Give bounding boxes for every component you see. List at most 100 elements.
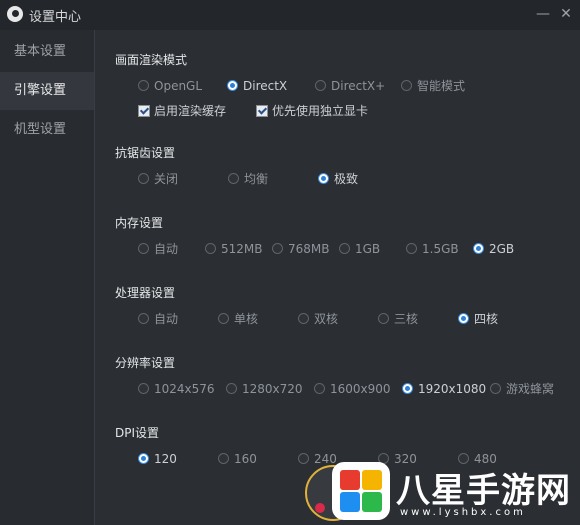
radio-icon <box>226 383 237 394</box>
radio-label: 单核 <box>234 312 259 326</box>
radio-cpu-triple[interactable]: 三核 <box>378 310 418 328</box>
radio-mem-768[interactable]: 768MB <box>272 240 330 258</box>
checkbox-label: 启用渲染缓存 <box>154 104 227 118</box>
radio-label: 1.5GB <box>422 242 459 256</box>
radio-icon <box>138 173 149 184</box>
watermark-text: 八星手游网 <box>396 471 571 511</box>
checkbox-checked-icon <box>138 104 150 117</box>
radio-aa-extreme[interactable]: 极致 <box>318 170 358 188</box>
radio-res-1024x576[interactable]: 1024x576 <box>138 380 215 398</box>
radio-label: 1GB <box>355 242 381 256</box>
close-icon[interactable]: ✕ <box>555 3 577 25</box>
watermark: 八星手游网 www.lyshbx.com <box>300 455 580 525</box>
radio-directx-plus[interactable]: DirectX+ <box>315 77 385 95</box>
radio-selected-icon <box>458 313 469 324</box>
radio-icon <box>490 383 501 394</box>
radio-selected-icon <box>318 173 329 184</box>
radio-label: 1600x900 <box>330 382 391 396</box>
radio-label: 512MB <box>221 242 263 256</box>
radio-icon <box>138 383 149 394</box>
radio-label: 极致 <box>334 172 359 186</box>
radio-label: DirectX <box>243 79 288 93</box>
title-bar: 设置中心 — ✕ <box>0 0 580 30</box>
radio-cpu-quad[interactable]: 四核 <box>458 310 498 328</box>
settings-panel: 画面渲染模式 OpenGL DirectX DirectX+ 智能模式 启用渲染… <box>95 30 580 525</box>
render-mode-title: 画面渲染模式 <box>115 53 188 67</box>
antialias-title: 抗锯齿设置 <box>115 146 176 160</box>
radio-aa-off[interactable]: 关闭 <box>138 170 178 188</box>
radio-mem-auto[interactable]: 自动 <box>138 240 178 258</box>
radio-label: 2GB <box>489 242 515 256</box>
radio-label: 智能模式 <box>417 79 466 93</box>
radio-icon <box>378 313 389 324</box>
radio-label: OpenGL <box>154 79 203 93</box>
radio-label: 自动 <box>154 242 179 256</box>
radio-label: 游戏蜂窝 <box>506 382 555 396</box>
radio-label: 160 <box>234 452 257 466</box>
radio-selected-icon <box>227 80 238 91</box>
checkbox-render-cache[interactable]: 启用渲染缓存 <box>138 102 226 120</box>
radio-label: 1024x576 <box>154 382 215 396</box>
radio-label: 三核 <box>394 312 419 326</box>
checkbox-dedicated-gpu[interactable]: 优先使用独立显卡 <box>256 102 368 120</box>
radio-label: 自动 <box>154 312 179 326</box>
radio-icon <box>298 313 309 324</box>
radio-icon <box>401 80 412 91</box>
minimize-icon[interactable]: — <box>532 3 554 25</box>
radio-opengl[interactable]: OpenGL <box>138 77 202 95</box>
radio-icon <box>272 243 283 254</box>
radio-icon <box>138 80 149 91</box>
resolution-title: 分辨率设置 <box>115 356 176 370</box>
sidebar-item-engine[interactable]: 引擎设置 <box>0 72 94 110</box>
window-title: 设置中心 <box>29 10 82 25</box>
radio-selected-icon <box>138 453 149 464</box>
radio-icon <box>205 243 216 254</box>
radio-cpu-dual[interactable]: 双核 <box>298 310 338 328</box>
radio-label: 1920x1080 <box>418 382 487 396</box>
radio-dpi-160[interactable]: 160 <box>218 450 257 468</box>
radio-aa-balanced[interactable]: 均衡 <box>228 170 268 188</box>
radio-mem-1gb[interactable]: 1GB <box>339 240 380 258</box>
radio-mem-2gb[interactable]: 2GB <box>473 240 514 258</box>
cpu-title: 处理器设置 <box>115 286 176 300</box>
radio-cpu-single[interactable]: 单核 <box>218 310 258 328</box>
radio-dpi-120[interactable]: 120 <box>138 450 177 468</box>
checkbox-label: 优先使用独立显卡 <box>272 104 369 118</box>
sidebar: 基本设置 引擎设置 机型设置 <box>0 30 95 525</box>
sidebar-item-device[interactable]: 机型设置 <box>0 111 94 149</box>
radio-res-1280x720[interactable]: 1280x720 <box>226 380 303 398</box>
watermark-logo-icon <box>332 462 390 520</box>
radio-icon <box>339 243 350 254</box>
radio-label: 双核 <box>314 312 339 326</box>
radio-label: 均衡 <box>244 172 269 186</box>
sidebar-item-basic[interactable]: 基本设置 <box>0 33 94 71</box>
radio-res-1920x1080[interactable]: 1920x1080 <box>402 380 486 398</box>
radio-cpu-auto[interactable]: 自动 <box>138 310 178 328</box>
radio-smart-mode[interactable]: 智能模式 <box>401 77 465 95</box>
radio-icon <box>406 243 417 254</box>
radio-icon <box>315 80 326 91</box>
radio-label: DirectX+ <box>331 79 386 93</box>
radio-label: 120 <box>154 452 177 466</box>
radio-label: 关闭 <box>154 172 179 186</box>
radio-res-1600x900[interactable]: 1600x900 <box>314 380 391 398</box>
radio-icon <box>228 173 239 184</box>
watermark-url: www.lyshbx.com <box>400 507 526 518</box>
watermark-dot-icon <box>315 503 325 513</box>
memory-title: 内存设置 <box>115 216 164 230</box>
radio-icon <box>138 243 149 254</box>
radio-selected-icon <box>402 383 413 394</box>
radio-icon <box>218 453 229 464</box>
radio-icon <box>218 313 229 324</box>
app-logo-icon <box>7 6 23 22</box>
radio-res-game-hive[interactable]: 游戏蜂窝 <box>490 380 554 398</box>
radio-icon <box>138 313 149 324</box>
radio-selected-icon <box>473 243 484 254</box>
radio-label: 四核 <box>474 312 499 326</box>
radio-directx[interactable]: DirectX <box>227 77 287 95</box>
radio-icon <box>314 383 325 394</box>
radio-mem-1-5gb[interactable]: 1.5GB <box>406 240 459 258</box>
radio-label: 768MB <box>288 242 330 256</box>
radio-label: 1280x720 <box>242 382 303 396</box>
radio-mem-512[interactable]: 512MB <box>205 240 263 258</box>
